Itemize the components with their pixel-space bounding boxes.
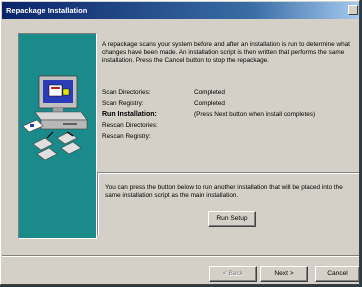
wizard-window: Repackage Installation A repackage scans… xyxy=(0,0,360,285)
status-value: Completed xyxy=(194,100,225,107)
close-icon[interactable] xyxy=(348,5,358,15)
window-title: Repackage Installation xyxy=(6,6,88,15)
content-area: A repackage scans your system before and… xyxy=(102,41,359,140)
footer-divider xyxy=(2,255,359,257)
status-value: (Press Next button when install complete… xyxy=(194,111,316,118)
next-button[interactable]: Next > xyxy=(260,266,308,282)
wizard-body: A repackage scans your system before and… xyxy=(2,19,359,247)
computer-install-icon xyxy=(23,75,88,161)
status-label: Run Installation: xyxy=(102,111,157,118)
title-bar[interactable]: Repackage Installation xyxy=(2,2,359,19)
status-label: Scan Directories: xyxy=(102,89,151,96)
status-row-scan-directories: Scan Directories: Completed xyxy=(102,88,359,98)
cancel-button[interactable]: Cancel xyxy=(315,266,359,282)
run-setup-group: You can press the button below to run an… xyxy=(97,172,359,235)
status-label: Rescan Directories: xyxy=(102,122,158,129)
status-row-scan-registry: Scan Registry: Completed xyxy=(102,99,359,109)
run-setup-button[interactable]: Run Setup xyxy=(208,211,256,227)
status-value: Completed xyxy=(194,89,225,96)
intro-text: A repackage scans your system before and… xyxy=(102,41,350,64)
status-label: Scan Registry: xyxy=(102,100,144,107)
status-row-rescan-registry: Rescan Registry: xyxy=(102,132,359,142)
run-setup-description: You can press the button below to run an… xyxy=(105,184,343,199)
back-button[interactable]: < Back xyxy=(209,266,257,282)
status-row-rescan-directories: Rescan Directories: xyxy=(102,121,359,131)
status-label: Rescan Registry: xyxy=(102,133,151,140)
side-graphic-panel xyxy=(18,33,97,239)
status-row-run-installation: Run Installation: (Press Next button whe… xyxy=(102,110,359,120)
